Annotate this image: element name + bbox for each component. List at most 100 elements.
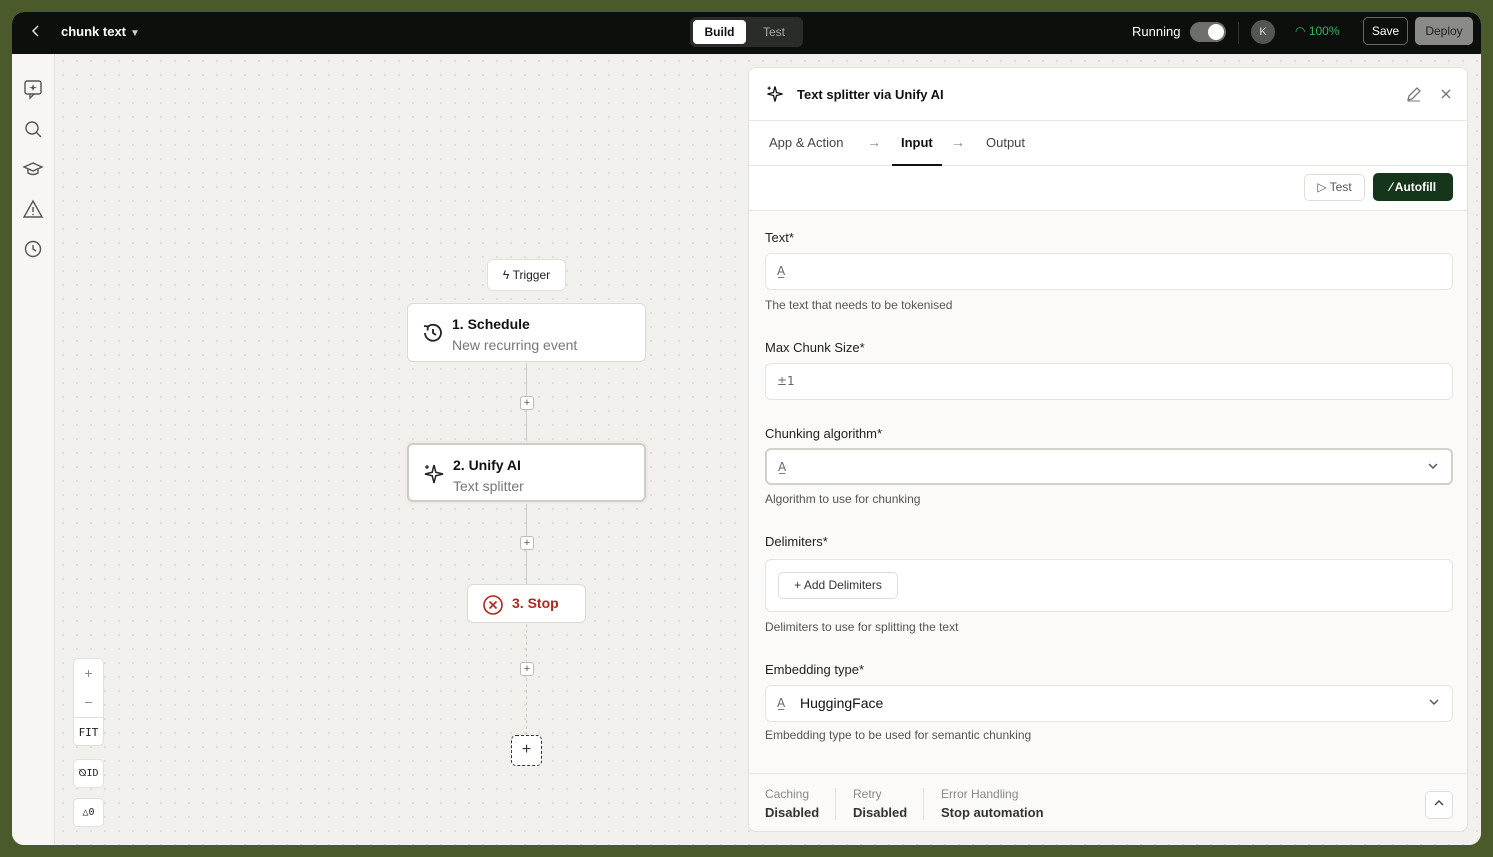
chunking-algorithm-help: Algorithm to use for chunking xyxy=(765,492,921,506)
sparkle-icon xyxy=(422,462,446,486)
step-config-panel: Text splitter via Unify AI App & Action … xyxy=(748,67,1468,832)
play-icon: ▷ xyxy=(1317,180,1327,194)
connector-line-dashed xyxy=(526,624,527,735)
panel-title: Text splitter via Unify AI xyxy=(797,87,944,102)
avatar[interactable]: K xyxy=(1251,20,1275,44)
trigger-chip[interactable]: ϟ Trigger xyxy=(487,259,566,291)
error-handling-key: Error Handling xyxy=(941,787,1019,801)
panel-footer: Caching Disabled Retry Disabled Error Ha… xyxy=(749,773,1467,831)
retry-value: Disabled xyxy=(853,805,908,820)
zoom-in-button[interactable]: + xyxy=(74,659,103,688)
plus-icon: + xyxy=(794,578,802,592)
app-window: chunk text ▼ Build Test Running K ◠ 100% … xyxy=(12,12,1481,845)
warning-icon[interactable] xyxy=(22,198,44,220)
autofill-button[interactable]: ⁄ Autofill xyxy=(1373,173,1453,201)
panel-header: Text splitter via Unify AI xyxy=(749,68,1467,121)
clock-icon xyxy=(421,321,445,345)
divider xyxy=(835,788,836,820)
node-subtitle: Text splitter xyxy=(453,478,524,494)
text-type-icon: A̲ xyxy=(777,696,786,710)
add-step-button[interactable]: + xyxy=(520,662,534,676)
add-delimiters-button[interactable]: + Add Delimiters xyxy=(778,572,898,599)
retry-status[interactable]: Retry Disabled xyxy=(853,787,907,820)
save-button[interactable]: Save xyxy=(1363,17,1408,45)
chunking-algorithm-select[interactable]: A̲ xyxy=(765,448,1453,485)
autofill-label: Autofill xyxy=(1394,180,1437,194)
mode-switch: Build Test xyxy=(690,17,803,47)
sparkle-icon xyxy=(765,84,785,104)
node-title: 1. Schedule xyxy=(452,316,530,332)
warnings-button[interactable]: △0 xyxy=(73,798,104,827)
ai-chat-icon[interactable] xyxy=(22,78,44,100)
test-mode-button[interactable]: Test xyxy=(750,20,798,44)
edit-icon[interactable] xyxy=(1405,85,1423,103)
back-icon[interactable] xyxy=(26,23,46,43)
max-chunk-size-field[interactable]: ±1 xyxy=(765,363,1453,400)
build-mode-button[interactable]: Build xyxy=(693,20,746,44)
text-field-help: The text that needs to be tokenised xyxy=(765,298,953,312)
text-type-icon: A̲ xyxy=(777,264,786,278)
text-field[interactable]: A̲ xyxy=(765,253,1453,290)
tab-output[interactable]: Output xyxy=(986,135,1025,150)
embedding-type-label: Embedding type* xyxy=(765,662,865,677)
text-type-icon: A̲ xyxy=(778,460,787,474)
add-step-button[interactable]: + xyxy=(520,396,534,410)
automation-title-text: chunk text xyxy=(61,24,127,39)
max-chunk-size-label: Max Chunk Size* xyxy=(765,340,865,355)
expand-footer-button[interactable] xyxy=(1425,791,1453,819)
caching-key: Caching xyxy=(765,787,810,801)
error-handling-status[interactable]: Error Handling Stop automation xyxy=(941,787,1044,820)
id-toggle-button[interactable]: ⦰ID xyxy=(73,759,104,788)
trigger-label: Trigger xyxy=(512,268,551,282)
embedding-type-value: HuggingFace xyxy=(800,695,884,711)
text-field-label: Text* xyxy=(765,230,794,245)
close-icon[interactable] xyxy=(1437,85,1455,103)
search-icon[interactable] xyxy=(22,118,44,140)
delimiters-help: Delimiters to use for splitting the text xyxy=(765,620,959,634)
chevron-down-icon xyxy=(1428,696,1440,711)
chevron-down-icon xyxy=(1427,460,1439,475)
add-delimiters-label: Add Delimiters xyxy=(803,578,882,592)
top-bar: chunk text ▼ Build Test Running K ◠ 100% … xyxy=(12,12,1481,54)
bolt-icon: ϟ xyxy=(502,268,510,282)
number-type-icon: ±1 xyxy=(777,374,795,388)
test-step-label: Test xyxy=(1329,180,1352,194)
arrow-right-icon: → xyxy=(951,134,965,150)
divider xyxy=(923,788,924,820)
deploy-button[interactable]: Deploy xyxy=(1415,17,1473,45)
caching-status[interactable]: Caching Disabled xyxy=(765,787,819,820)
arrow-right-icon: → xyxy=(867,134,881,150)
running-toggle[interactable] xyxy=(1190,22,1226,42)
magic-wand-icon: ⁄ xyxy=(1389,180,1392,194)
divider xyxy=(1238,22,1239,44)
panel-tabs: App & Action → Input → Output xyxy=(749,121,1467,166)
tab-app-action[interactable]: App & Action xyxy=(769,135,843,150)
tab-input[interactable]: Input xyxy=(901,135,933,150)
stop-circle-icon xyxy=(481,593,505,617)
running-label: Running xyxy=(1132,24,1181,39)
health-value: 100% xyxy=(1308,24,1340,38)
error-handling-value: Stop automation xyxy=(941,805,1044,820)
test-step-button[interactable]: ▷ Test xyxy=(1304,174,1365,201)
gauge-icon: ◠ xyxy=(1295,24,1306,38)
learn-icon[interactable] xyxy=(22,158,44,180)
node-unify-ai[interactable]: 2. Unify AI Text splitter xyxy=(407,443,646,502)
health-status: ◠ 100% xyxy=(1295,24,1340,38)
add-step-button[interactable]: + xyxy=(520,536,534,550)
embedding-type-select[interactable]: A̲ HuggingFace xyxy=(765,685,1453,722)
chevron-down-icon: ▼ xyxy=(130,28,140,39)
add-final-step-button[interactable]: + xyxy=(511,735,542,766)
warnings-count: 0 xyxy=(88,807,95,818)
embedding-type-help: Embedding type to be used for semantic c… xyxy=(765,728,1032,742)
node-title: 3. Stop xyxy=(512,595,559,611)
zoom-fit-button[interactable]: FIT xyxy=(74,717,103,746)
node-schedule[interactable]: 1. Schedule New recurring event xyxy=(407,303,646,362)
delimiters-box: + Add Delimiters xyxy=(765,559,1453,612)
zoom-out-button[interactable]: − xyxy=(74,688,103,717)
panel-toolbar: ▷ Test ⁄ Autofill xyxy=(749,166,1467,211)
automation-title[interactable]: chunk text ▼ xyxy=(61,24,140,39)
history-icon[interactable] xyxy=(22,238,44,260)
node-stop[interactable]: 3. Stop xyxy=(467,584,586,623)
zoom-controls: + − FIT xyxy=(73,658,104,746)
node-subtitle: New recurring event xyxy=(452,337,578,353)
